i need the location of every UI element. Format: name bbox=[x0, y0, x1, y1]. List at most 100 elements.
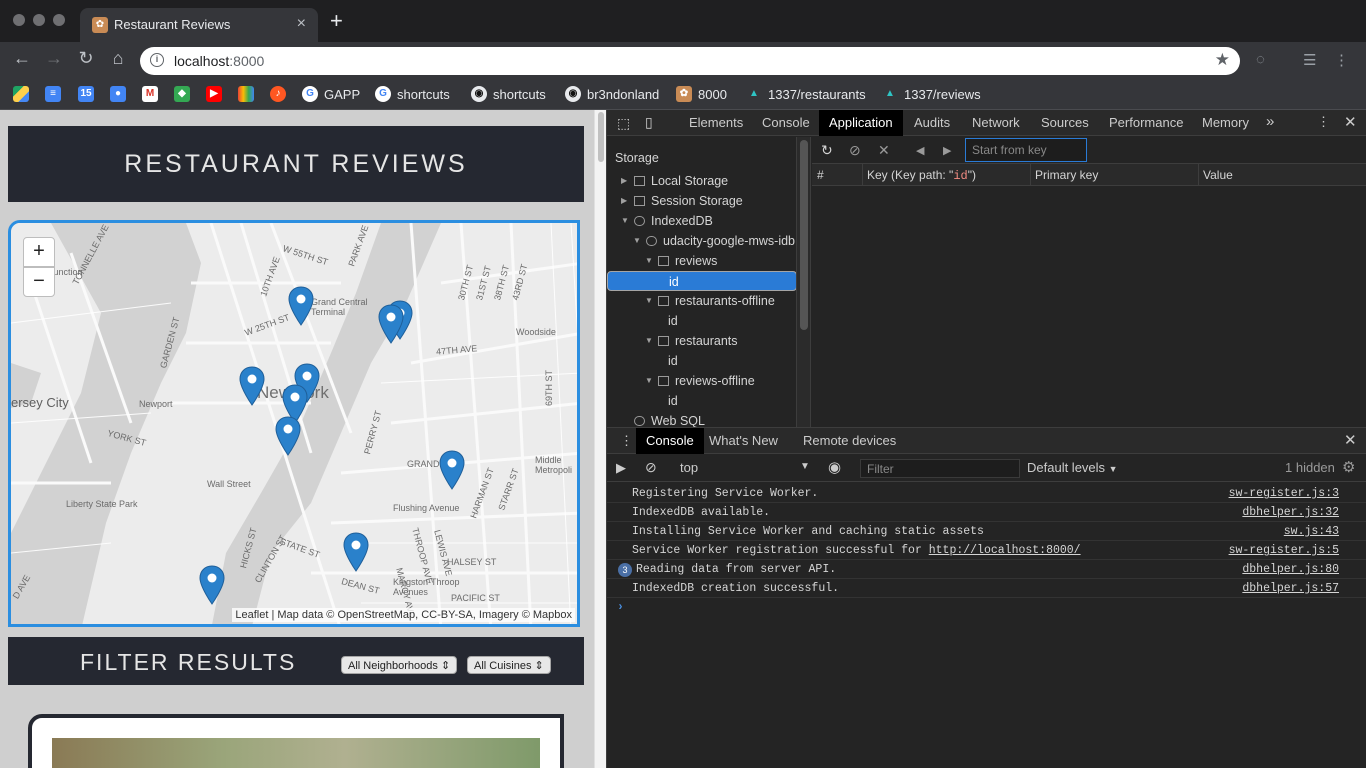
photos-icon[interactable] bbox=[238, 85, 254, 103]
scrollbar-thumb[interactable] bbox=[800, 140, 808, 330]
log-levels-select[interactable]: Default levels ▼ bbox=[1027, 460, 1118, 475]
gmail-icon[interactable]: M bbox=[142, 85, 158, 103]
delete-selected-icon[interactable]: ✕ bbox=[878, 142, 890, 159]
drive-icon[interactable] bbox=[13, 85, 29, 103]
extension-icon[interactable]: ◌ bbox=[1256, 51, 1265, 68]
tab-sources[interactable]: Sources bbox=[1041, 115, 1089, 130]
refresh-icon[interactable]: ↻ bbox=[821, 142, 833, 159]
zoom-in-button[interactable]: + bbox=[23, 237, 55, 267]
drawer-tab-console[interactable]: Console bbox=[636, 428, 704, 454]
tree-session-storage[interactable]: ▶ Session Storage bbox=[607, 191, 796, 211]
map-marker-icon[interactable] bbox=[288, 286, 314, 326]
tree-web-sql[interactable]: Web SQL bbox=[607, 411, 796, 427]
eye-icon[interactable]: ◉ bbox=[828, 458, 841, 476]
forward-icon[interactable]: → bbox=[42, 48, 66, 69]
bookmark-shortcuts[interactable]: Gshortcuts bbox=[375, 85, 450, 103]
context-dropdown-icon[interactable]: ▼ bbox=[800, 461, 810, 472]
next-page-icon[interactable]: ▶ bbox=[943, 144, 951, 157]
inspect-element-icon[interactable]: ⬚ bbox=[617, 115, 630, 132]
bookmark-star-icon[interactable]: ★ bbox=[1215, 50, 1230, 70]
info-icon[interactable]: i bbox=[150, 53, 164, 67]
tab-performance[interactable]: Performance bbox=[1109, 115, 1183, 130]
clear-console-icon[interactable]: ⊘ bbox=[645, 459, 657, 476]
column-primary-key[interactable]: Primary key bbox=[1035, 168, 1098, 182]
source-link[interactable]: sw-register.js:5 bbox=[1229, 544, 1339, 557]
message-url-link[interactable]: http://localhost:8000/ bbox=[929, 544, 1081, 557]
back-icon[interactable]: ← bbox=[10, 48, 34, 69]
map-marker-icon[interactable] bbox=[275, 416, 301, 456]
address-bar[interactable]: i localhost:8000 ★ bbox=[140, 47, 1240, 75]
reload-icon[interactable]: ↻ bbox=[74, 48, 98, 69]
new-tab-button[interactable]: + bbox=[330, 10, 343, 32]
close-devtools-icon[interactable]: ✕ bbox=[1344, 113, 1357, 131]
maps-icon[interactable]: ◆ bbox=[174, 85, 190, 103]
bookmark-1337-restaurants[interactable]: ▲ 1337/restaurants bbox=[746, 85, 866, 103]
zoom-window-button[interactable] bbox=[53, 14, 65, 26]
bookmark-gapp[interactable]: G GAPP bbox=[302, 85, 360, 103]
minimize-window-button[interactable] bbox=[33, 14, 45, 26]
console-filter-input[interactable]: Filter bbox=[860, 459, 1020, 478]
tab-network[interactable]: Network bbox=[972, 115, 1020, 130]
tab-memory[interactable]: Memory bbox=[1202, 115, 1249, 130]
map[interactable]: Junction TONNELLE AVE GARDEN ST W 55TH S… bbox=[8, 220, 580, 627]
tree-store-reviews[interactable]: ▼ reviews bbox=[607, 251, 796, 271]
console-prompt[interactable]: › bbox=[607, 598, 1366, 617]
tab-elements[interactable]: Elements bbox=[689, 115, 743, 130]
map-marker-icon[interactable] bbox=[439, 450, 465, 490]
close-drawer-icon[interactable]: ✕ bbox=[1344, 431, 1357, 449]
bookmark-shortcuts-github[interactable]: ◉ shortcuts bbox=[471, 85, 546, 103]
tree-database[interactable]: ▼ udacity-google-mws-idb bbox=[607, 231, 796, 251]
map-attribution[interactable]: Leaflet | Map data © OpenStreetMap, CC-B… bbox=[232, 608, 575, 622]
source-link[interactable]: sw-register.js:3 bbox=[1229, 487, 1339, 500]
tree-indexeddb[interactable]: ▼ IndexedDB bbox=[607, 211, 796, 231]
url-text[interactable]: localhost:8000 bbox=[174, 53, 264, 69]
source-link[interactable]: dbhelper.js:80 bbox=[1242, 563, 1339, 576]
cuisines-select[interactable]: All Cuisines ⇕ bbox=[467, 656, 551, 674]
drawer-menu-icon[interactable]: ⋮ bbox=[620, 433, 633, 449]
tree-store-restaurants-offline[interactable]: ▼ restaurants-offline bbox=[607, 291, 796, 311]
tree-store-restaurants[interactable]: ▼ restaurants bbox=[607, 331, 796, 351]
tab-audits[interactable]: Audits bbox=[914, 115, 950, 130]
restaurant-card[interactable] bbox=[28, 714, 564, 768]
tree-store-reviews-offline[interactable]: ▼ reviews-offline bbox=[607, 371, 796, 391]
tree-local-storage[interactable]: ▶ Local Storage bbox=[607, 171, 796, 191]
tree-index-id[interactable]: id bbox=[607, 271, 796, 291]
home-icon[interactable]: ⌂ bbox=[106, 48, 130, 69]
console-sidebar-icon[interactable]: ▶ bbox=[616, 460, 626, 476]
drawer-tab-remote-devices[interactable]: Remote devices bbox=[803, 433, 896, 448]
tab-close-icon[interactable]: × bbox=[297, 15, 306, 33]
extension-icon[interactable]: ☰ bbox=[1303, 51, 1316, 69]
browser-tab[interactable]: ✿ Restaurant Reviews × bbox=[80, 8, 318, 42]
bookmark-1337-reviews[interactable]: ▲ 1337/reviews bbox=[882, 85, 981, 103]
map-marker-icon[interactable] bbox=[378, 304, 404, 344]
column-index[interactable]: # bbox=[817, 168, 824, 182]
calendar-icon[interactable]: 15 bbox=[78, 85, 94, 103]
start-from-key-input[interactable]: Start from key bbox=[965, 138, 1087, 162]
close-window-button[interactable] bbox=[13, 14, 25, 26]
bookmark-8000[interactable]: ✿ 8000 bbox=[676, 85, 727, 103]
page-scrollbar[interactable] bbox=[594, 110, 606, 768]
map-marker-icon[interactable] bbox=[239, 366, 265, 406]
tab-application[interactable]: Application bbox=[819, 110, 903, 136]
source-link[interactable]: sw.js:43 bbox=[1284, 525, 1339, 538]
column-key[interactable]: Key (Key path: "id") bbox=[867, 168, 976, 183]
devtools-menu-icon[interactable]: ⋮ bbox=[1317, 114, 1330, 130]
more-tabs-icon[interactable]: » bbox=[1266, 113, 1274, 130]
source-link[interactable]: dbhelper.js:57 bbox=[1242, 582, 1339, 595]
tree-index-id[interactable]: id bbox=[607, 311, 796, 331]
tab-console[interactable]: Console bbox=[762, 115, 810, 130]
bookmark-br3ndonland[interactable]: ◉ br3ndonland bbox=[565, 85, 659, 103]
console-settings-icon[interactable]: ⚙ bbox=[1342, 458, 1355, 476]
scrollbar-thumb[interactable] bbox=[598, 112, 604, 162]
youtube-icon[interactable]: ▶ bbox=[206, 85, 222, 103]
source-link[interactable]: dbhelper.js:32 bbox=[1242, 506, 1339, 519]
context-select[interactable]: top bbox=[680, 460, 698, 475]
contacts-icon[interactable]: ● bbox=[110, 85, 126, 103]
map-marker-icon[interactable] bbox=[199, 565, 225, 605]
clear-icon[interactable]: ⊘ bbox=[849, 142, 861, 159]
docs-icon[interactable]: ≡ bbox=[45, 85, 61, 103]
map-marker-icon[interactable] bbox=[343, 532, 369, 572]
music-icon[interactable]: ♪ bbox=[270, 85, 286, 103]
previous-page-icon[interactable]: ◀ bbox=[916, 144, 924, 157]
device-toolbar-icon[interactable]: ▯ bbox=[645, 114, 653, 131]
